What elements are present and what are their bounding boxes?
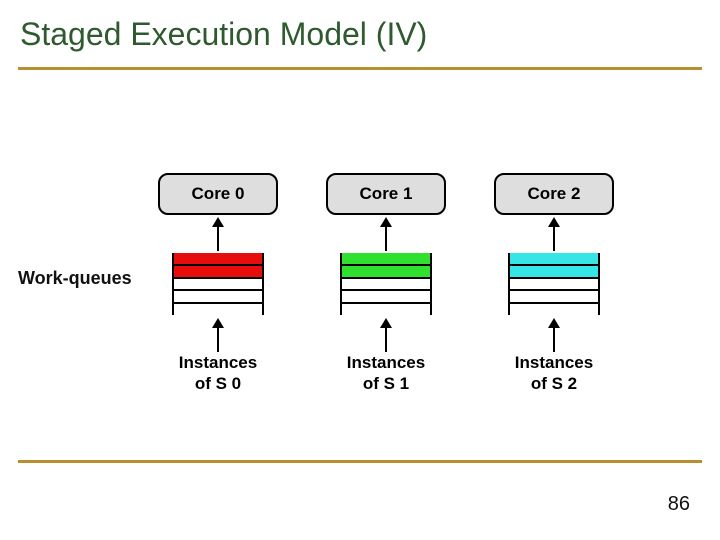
queue-0 xyxy=(172,253,264,315)
queue-2-row xyxy=(510,253,598,264)
instances-2-line1: Instances xyxy=(515,353,593,372)
queue-2-row xyxy=(510,264,598,277)
queue-0-row xyxy=(174,289,262,302)
instances-2-line2: of S 2 xyxy=(531,374,577,393)
instances-0-line2: of S 0 xyxy=(195,374,241,393)
core-2-label: Core 2 xyxy=(528,184,581,204)
core-0-box: Core 0 xyxy=(158,173,278,215)
queue-2-row xyxy=(510,289,598,302)
queue-0-row xyxy=(174,302,262,315)
slide-title: Staged Execution Model (IV) xyxy=(20,16,427,53)
queue-1-row xyxy=(342,289,430,302)
queue-1 xyxy=(340,253,432,315)
instances-0-line1: Instances xyxy=(179,353,257,372)
page-number: 86 xyxy=(668,493,690,516)
arrow-queue1-up-icon xyxy=(384,318,388,352)
arrow-core2-up-icon xyxy=(552,217,556,251)
top-divider xyxy=(18,67,702,70)
arrow-core0-up-icon xyxy=(216,217,220,251)
queue-0-row xyxy=(174,264,262,277)
arrow-queue2-up-icon xyxy=(552,318,556,352)
queue-1-row xyxy=(342,302,430,315)
queue-2 xyxy=(508,253,600,315)
instances-1-label: Instances of S 1 xyxy=(316,352,456,395)
core-0-label: Core 0 xyxy=(192,184,245,204)
queue-1-row xyxy=(342,253,430,264)
instances-2-label: Instances of S 2 xyxy=(484,352,624,395)
core-2-box: Core 2 xyxy=(494,173,614,215)
arrow-queue0-up-icon xyxy=(216,318,220,352)
queue-2-row xyxy=(510,277,598,290)
bottom-divider xyxy=(18,460,702,463)
queue-0-row xyxy=(174,277,262,290)
queue-1-row xyxy=(342,264,430,277)
work-queues-label: Work-queues xyxy=(18,268,132,289)
instances-1-line1: Instances xyxy=(347,353,425,372)
arrow-core1-up-icon xyxy=(384,217,388,251)
core-1-label: Core 1 xyxy=(360,184,413,204)
queue-1-row xyxy=(342,277,430,290)
core-1-box: Core 1 xyxy=(326,173,446,215)
queue-0-row xyxy=(174,253,262,264)
queue-2-row xyxy=(510,302,598,315)
instances-1-line2: of S 1 xyxy=(363,374,409,393)
instances-0-label: Instances of S 0 xyxy=(148,352,288,395)
